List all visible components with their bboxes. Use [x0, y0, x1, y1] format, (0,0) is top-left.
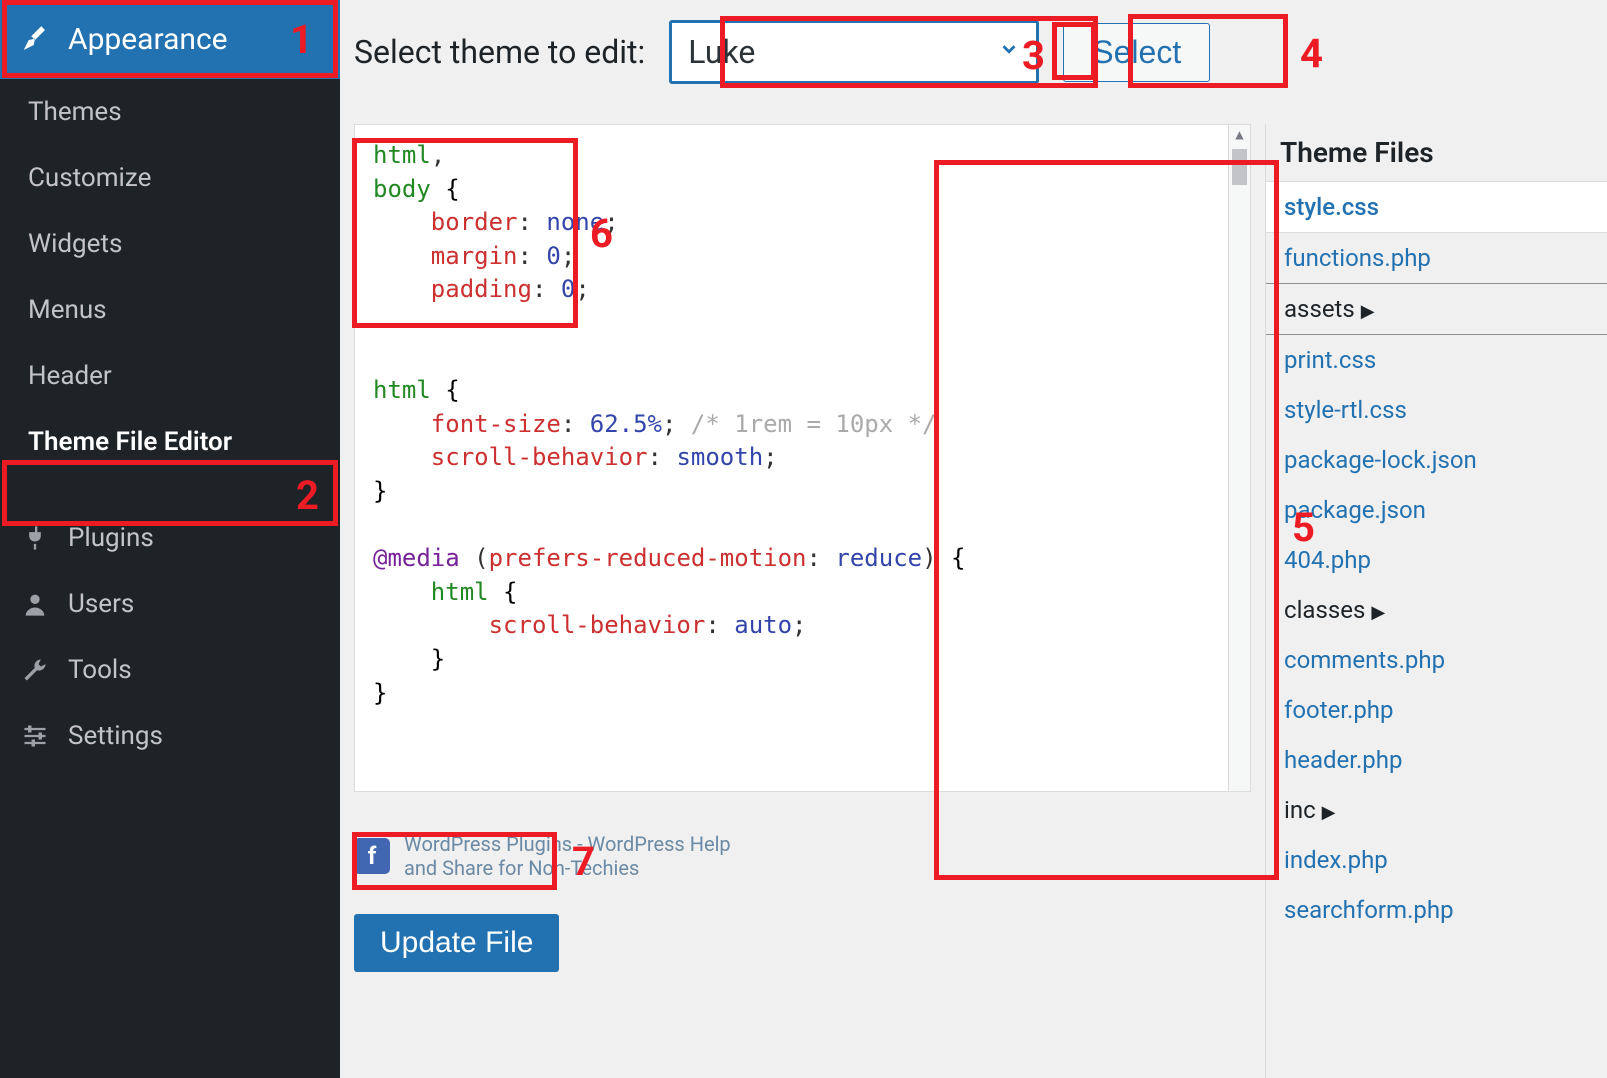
- file-item-footer-php[interactable]: footer.php: [1266, 685, 1607, 735]
- plug-icon: [20, 523, 50, 553]
- sidebar-item-widgets[interactable]: Widgets: [0, 211, 340, 277]
- scroll-up-icon[interactable]: ▲: [1229, 125, 1250, 147]
- file-item-functions-php[interactable]: functions.php: [1266, 233, 1607, 283]
- file-item-label: comments.php: [1284, 646, 1445, 674]
- admin-sidebar: Appearance Themes Customize Widgets Menus He…: [0, 0, 340, 1078]
- file-item-index-php[interactable]: index.php: [1266, 835, 1607, 885]
- file-item-inc[interactable]: inc ▶: [1266, 785, 1607, 835]
- sidebar-item-label: Widgets: [28, 229, 122, 259]
- chevron-down-icon: [998, 37, 1020, 67]
- theme-select-dropdown[interactable]: Luke: [669, 20, 1039, 84]
- sidebar-item-label: Header: [28, 361, 112, 391]
- sidebar-item-theme-file-editor[interactable]: Theme File Editor: [0, 409, 340, 475]
- user-icon: [20, 589, 50, 619]
- promo-link[interactable]: f WordPress Plugins - WordPress Help and…: [354, 832, 1251, 880]
- file-item-label: print.css: [1284, 346, 1376, 374]
- sidebar-item-themes[interactable]: Themes: [0, 79, 340, 145]
- file-item-assets[interactable]: assets ▶: [1266, 283, 1607, 335]
- select-button[interactable]: Select: [1063, 23, 1210, 82]
- file-item-package-lock-json[interactable]: package-lock.json: [1266, 435, 1607, 485]
- file-item-header-php[interactable]: header.php: [1266, 735, 1607, 785]
- file-item-searchform-php[interactable]: searchform.php: [1266, 885, 1607, 935]
- promo-line-1: WordPress Plugins - WordPress Help: [404, 832, 731, 856]
- sidebar-item-users[interactable]: Users: [0, 571, 340, 637]
- triangle-right-icon: ▶: [1322, 802, 1336, 823]
- file-item-404-php[interactable]: 404.php: [1266, 535, 1607, 585]
- update-file-button[interactable]: Update File: [354, 914, 559, 972]
- sidebar-item-label: Tools: [68, 655, 132, 685]
- file-item-label: classes: [1284, 596, 1365, 624]
- file-item-style-css[interactable]: style.css: [1266, 182, 1607, 233]
- sidebar-item-settings[interactable]: Settings: [0, 703, 340, 769]
- file-item-comments-php[interactable]: comments.php: [1266, 635, 1607, 685]
- wrench-icon: [20, 655, 50, 685]
- triangle-right-icon: ▶: [1371, 602, 1385, 623]
- sidebar-item-label: Users: [68, 589, 134, 619]
- triangle-right-icon: ▶: [1361, 301, 1375, 322]
- sidebar-item-appearance[interactable]: Appearance: [0, 0, 340, 79]
- file-item-style-rtl-css[interactable]: style-rtl.css: [1266, 385, 1607, 435]
- theme-files-panel: Theme Files style.css functions.php assets…: [1265, 124, 1607, 1078]
- file-item-label: style-rtl.css: [1284, 396, 1407, 424]
- topbar: Select theme to edit: Luke Select: [340, 0, 1607, 124]
- sliders-icon: [20, 721, 50, 751]
- file-item-label: functions.php: [1284, 244, 1431, 272]
- sidebar-item-tools[interactable]: Tools: [0, 637, 340, 703]
- brush-icon: [20, 25, 50, 55]
- file-item-classes[interactable]: classes ▶: [1266, 585, 1607, 635]
- file-item-label: assets: [1284, 295, 1355, 323]
- sidebar-label-appearance: Appearance: [68, 22, 228, 57]
- sidebar-item-label: Menus: [28, 295, 107, 325]
- file-item-label: index.php: [1284, 846, 1388, 874]
- file-item-label: inc: [1284, 796, 1316, 824]
- sidebar-item-label: Plugins: [68, 523, 154, 553]
- file-item-label: searchform.php: [1284, 896, 1454, 924]
- main-area: Select theme to edit: Luke Select html, …: [340, 0, 1607, 1078]
- file-item-label: footer.php: [1284, 696, 1394, 724]
- file-item-print-css[interactable]: print.css: [1266, 335, 1607, 385]
- file-item-package-json[interactable]: package.json: [1266, 485, 1607, 535]
- sidebar-item-menus[interactable]: Menus: [0, 277, 340, 343]
- sidebar-item-label: Theme File Editor: [28, 427, 232, 457]
- code-editor[interactable]: html, body { border: none; margin: 0; pa…: [354, 124, 1251, 792]
- editor-scrollbar[interactable]: ▲: [1228, 125, 1250, 791]
- promo-line-2: and Share for Non-Techies: [404, 856, 731, 880]
- sidebar-item-label: Customize: [28, 163, 151, 193]
- theme-select-value: Luke: [688, 33, 755, 71]
- file-item-label: package-lock.json: [1284, 446, 1477, 474]
- scroll-thumb[interactable]: [1232, 149, 1247, 185]
- sidebar-item-header[interactable]: Header: [0, 343, 340, 409]
- file-item-label: 404.php: [1284, 546, 1371, 574]
- sidebar-item-plugins[interactable]: Plugins: [0, 505, 340, 571]
- file-item-label: style.css: [1284, 193, 1379, 221]
- file-item-label: header.php: [1284, 746, 1402, 774]
- select-theme-label: Select theme to edit:: [354, 33, 645, 71]
- facebook-icon: f: [354, 838, 390, 874]
- sidebar-item-customize[interactable]: Customize: [0, 145, 340, 211]
- sidebar-item-label: Settings: [68, 721, 163, 751]
- file-item-label: package.json: [1284, 496, 1426, 524]
- sidebar-item-label: Themes: [28, 97, 122, 127]
- theme-files-title: Theme Files: [1266, 124, 1607, 181]
